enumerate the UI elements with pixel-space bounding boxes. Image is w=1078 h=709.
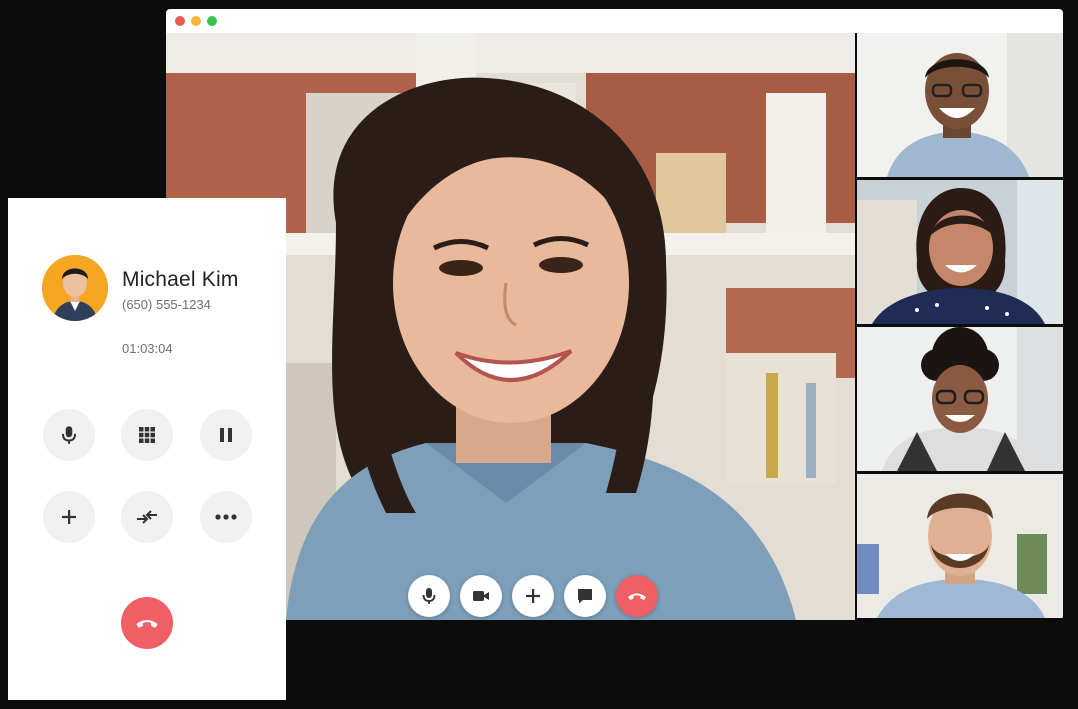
chat-button[interactable] <box>564 575 606 617</box>
participant-thumbnails <box>855 33 1063 620</box>
end-call-button[interactable] <box>121 597 173 649</box>
hang-up-icon <box>626 585 648 607</box>
participant-image <box>857 180 1063 324</box>
video-camera-icon <box>471 586 491 606</box>
caller-avatar-image <box>42 255 108 321</box>
mic-button[interactable] <box>408 575 450 617</box>
hang-up-icon <box>134 610 160 636</box>
merge-arrows-icon <box>135 507 159 527</box>
mute-button[interactable] <box>43 409 95 461</box>
keypad-button[interactable] <box>121 409 173 461</box>
microphone-icon <box>419 586 439 606</box>
call-duration: 01:03:04 <box>122 341 173 356</box>
add-participant-button[interactable] <box>512 575 554 617</box>
more-icon <box>214 513 238 521</box>
participant-thumbnail[interactable] <box>857 327 1063 471</box>
add-call-button[interactable] <box>43 491 95 543</box>
video-call-window <box>166 9 1063 620</box>
plus-icon <box>59 507 79 527</box>
participant-thumbnail[interactable] <box>857 180 1063 324</box>
end-video-call-button[interactable] <box>616 575 658 617</box>
participant-image <box>857 327 1063 471</box>
more-options-button[interactable] <box>200 491 252 543</box>
participant-image <box>857 474 1063 618</box>
participant-thumbnail[interactable] <box>857 474 1063 618</box>
microphone-icon <box>58 424 80 446</box>
minimize-window-button[interactable] <box>191 16 201 26</box>
avatar <box>42 255 108 321</box>
maximize-window-button[interactable] <box>207 16 217 26</box>
phone-call-panel: Michael Kim (650) 555-1234 01:03:04 <box>8 198 286 700</box>
hold-button[interactable] <box>200 409 252 461</box>
close-window-button[interactable] <box>175 16 185 26</box>
caller-name: Michael Kim <box>122 268 239 292</box>
keypad-icon <box>137 425 157 445</box>
chat-bubble-icon <box>575 586 595 606</box>
main-call-controls <box>408 575 658 617</box>
caller-phone-number: (650) 555-1234 <box>122 297 211 312</box>
merge-call-button[interactable] <box>121 491 173 543</box>
plus-icon <box>523 586 543 606</box>
video-toggle-button[interactable] <box>460 575 502 617</box>
participant-thumbnail[interactable] <box>857 33 1063 177</box>
pause-icon <box>216 425 236 445</box>
window-titlebar <box>166 9 1063 33</box>
participant-image <box>857 33 1063 177</box>
